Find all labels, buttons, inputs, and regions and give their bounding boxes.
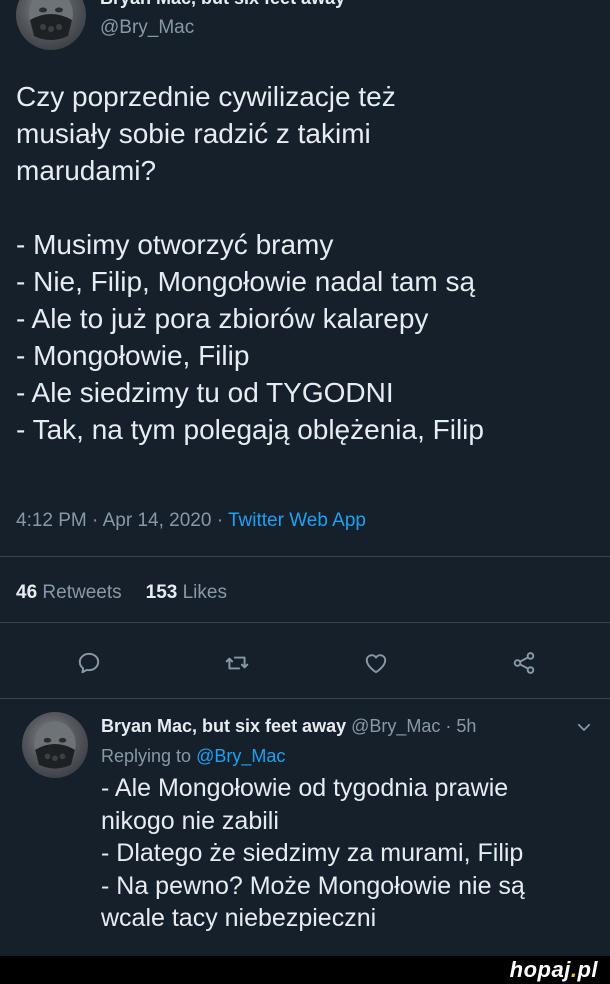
author-name[interactable]: Bryan Mac, but six feet away [100,0,345,9]
retweets-stat[interactable]: 46 Retweets [16,582,122,603]
divider [0,556,610,557]
tweet-date[interactable]: Apr 14, 2020 [103,510,212,531]
author-handle[interactable]: @Bry_Mac [100,17,194,39]
meta-separator: · [86,510,103,531]
reply-button[interactable] [71,645,107,681]
tweet-stats: 46 Retweets 153 Likes [16,582,227,604]
watermark-logo: hopaj.pl [510,957,598,983]
reply-age[interactable]: 5h [456,716,476,736]
divider [0,698,610,699]
replying-prefix: Replying to [101,746,197,766]
reply-icon [78,652,100,674]
masked-face-image [34,721,76,769]
likes-count: 153 [145,582,178,603]
watermark-main: hopaj [509,957,571,982]
watermark-tld: pl [577,957,598,982]
tweet-text: Czy poprzednie cywilizacje też musiały s… [16,81,484,445]
retweet-icon [225,656,249,670]
retweets-count: 46 [16,582,38,603]
tweet-actions [0,645,610,685]
tweet-time[interactable]: 4:12 PM [16,510,87,531]
replying-to: Replying to @Bry_Mac [101,746,285,767]
reply-text: - Ale Mongołowie od tygodnia prawie niko… [101,774,525,932]
share-icon [513,652,535,674]
tweet-source-app[interactable]: Twitter Web App [228,510,366,531]
chevron-down-icon[interactable] [575,718,593,736]
reply-author-avatar[interactable] [22,712,88,778]
replying-to-handle[interactable]: @Bry_Mac [196,746,285,766]
like-icon [365,654,387,674]
likes-label: Likes [182,582,227,603]
retweets-label: Retweets [42,582,122,603]
reply-header: Bryan Mac, but six feet away @Bry_Mac · … [101,716,476,737]
tweet-meta: 4:12 PM · Apr 14, 2020 · Twitter Web App [16,510,366,532]
reply-author-name[interactable]: Bryan Mac, but six feet away [101,716,346,736]
share-button[interactable] [506,645,542,681]
author-avatar[interactable] [16,0,86,50]
reply-separator: · [440,716,457,736]
like-button[interactable] [358,645,394,681]
divider [0,622,610,623]
retweet-button[interactable] [219,645,255,681]
reply-author-handle[interactable]: @Bry_Mac [351,716,440,736]
masked-face-image [29,0,73,40]
likes-stat[interactable]: 153 Likes [146,582,227,603]
meta-separator: · [211,510,228,531]
